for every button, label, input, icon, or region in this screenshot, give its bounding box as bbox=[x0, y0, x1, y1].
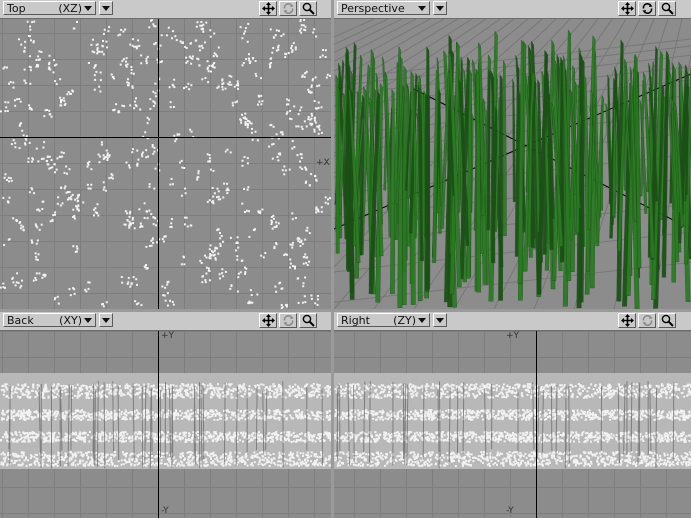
view-type-select[interactable]: Perspective bbox=[337, 1, 430, 15]
zoom-view-icon bbox=[302, 2, 315, 15]
view-type-label: Right bbox=[341, 313, 370, 327]
viewport-divider-horizontal[interactable] bbox=[0, 309, 691, 312]
viewport-canvas[interactable]: +X bbox=[0, 19, 331, 309]
viewport-header: Back (XY) bbox=[0, 312, 331, 331]
move-view-icon bbox=[620, 2, 634, 15]
zoom-view-icon bbox=[661, 2, 674, 15]
back-view-points bbox=[0, 331, 331, 518]
perspective-grass-render bbox=[334, 19, 691, 309]
viewport-canvas[interactable]: +Y -Y bbox=[0, 331, 331, 518]
right-view-points bbox=[334, 331, 691, 518]
move-view-icon bbox=[261, 314, 275, 327]
zoom-view-button[interactable] bbox=[299, 1, 317, 16]
top-view-scatter bbox=[0, 19, 331, 309]
viewport-top[interactable]: Top (XZ) +X bbox=[0, 0, 331, 309]
zoom-view-button[interactable] bbox=[299, 313, 317, 328]
rotate-view-icon bbox=[642, 315, 652, 326]
chevron-down-icon bbox=[436, 5, 444, 11]
viewport-canvas[interactable] bbox=[334, 19, 691, 309]
viewport-header: Right (ZY) bbox=[334, 312, 691, 331]
axis-label-minus-y: -Y bbox=[506, 506, 514, 516]
rotate-view-button[interactable] bbox=[279, 313, 297, 328]
view-type-label: Top bbox=[7, 1, 26, 15]
render-mode-dropdown[interactable] bbox=[99, 1, 113, 15]
rotate-view-button[interactable] bbox=[638, 1, 656, 16]
view-axes-label: (ZY) bbox=[393, 313, 416, 327]
rotate-view-button[interactable] bbox=[638, 313, 656, 328]
render-mode-dropdown[interactable] bbox=[433, 1, 447, 15]
rotate-view-icon bbox=[283, 3, 293, 14]
render-mode-dropdown[interactable] bbox=[99, 313, 113, 327]
viewport-canvas[interactable]: +Y -Y bbox=[334, 331, 691, 518]
viewport-right[interactable]: Right (ZY) +Y -Y bbox=[334, 312, 691, 518]
chevron-down-icon bbox=[102, 317, 110, 323]
view-type-label: Back bbox=[7, 313, 34, 327]
chevron-down-icon bbox=[418, 5, 426, 11]
viewport-header: Top (XZ) bbox=[0, 0, 331, 19]
viewport-header: Perspective bbox=[334, 0, 691, 19]
axis-label-plus-y: +Y bbox=[161, 331, 175, 341]
zoom-view-icon bbox=[302, 314, 315, 327]
axis-label-x: +X bbox=[316, 158, 330, 168]
axis-label-minus-y: -Y bbox=[161, 506, 169, 516]
chevron-down-icon bbox=[418, 317, 426, 323]
view-type-select[interactable]: Right (ZY) bbox=[337, 313, 430, 327]
rotate-view-icon bbox=[642, 3, 652, 14]
chevron-down-icon bbox=[84, 5, 92, 11]
chevron-down-icon bbox=[436, 317, 444, 323]
chevron-down-icon bbox=[84, 317, 92, 323]
rotate-view-icon bbox=[283, 315, 293, 326]
view-axes-label: (XZ) bbox=[58, 1, 82, 15]
viewport-back[interactable]: Back (XY) +Y -Y bbox=[0, 312, 331, 518]
zoom-view-button[interactable] bbox=[658, 313, 676, 328]
move-view-button[interactable] bbox=[259, 1, 277, 16]
viewport-divider-vertical[interactable] bbox=[331, 0, 334, 518]
move-view-button[interactable] bbox=[618, 313, 636, 328]
render-mode-dropdown[interactable] bbox=[433, 313, 447, 327]
view-type-select[interactable]: Back (XY) bbox=[3, 313, 96, 327]
move-view-icon bbox=[261, 2, 275, 15]
chevron-down-icon bbox=[102, 5, 110, 11]
move-view-icon bbox=[620, 314, 634, 327]
view-axes-label: (XY) bbox=[59, 313, 82, 327]
move-view-button[interactable] bbox=[618, 1, 636, 16]
zoom-view-button[interactable] bbox=[658, 1, 676, 16]
zoom-view-icon bbox=[661, 314, 674, 327]
rotate-view-button[interactable] bbox=[279, 1, 297, 16]
view-type-select[interactable]: Top (XZ) bbox=[3, 1, 96, 15]
axis-label-plus-y: +Y bbox=[506, 331, 520, 341]
view-type-label: Perspective bbox=[341, 1, 405, 15]
move-view-button[interactable] bbox=[259, 313, 277, 328]
viewport-perspective[interactable]: Perspective bbox=[334, 0, 691, 309]
